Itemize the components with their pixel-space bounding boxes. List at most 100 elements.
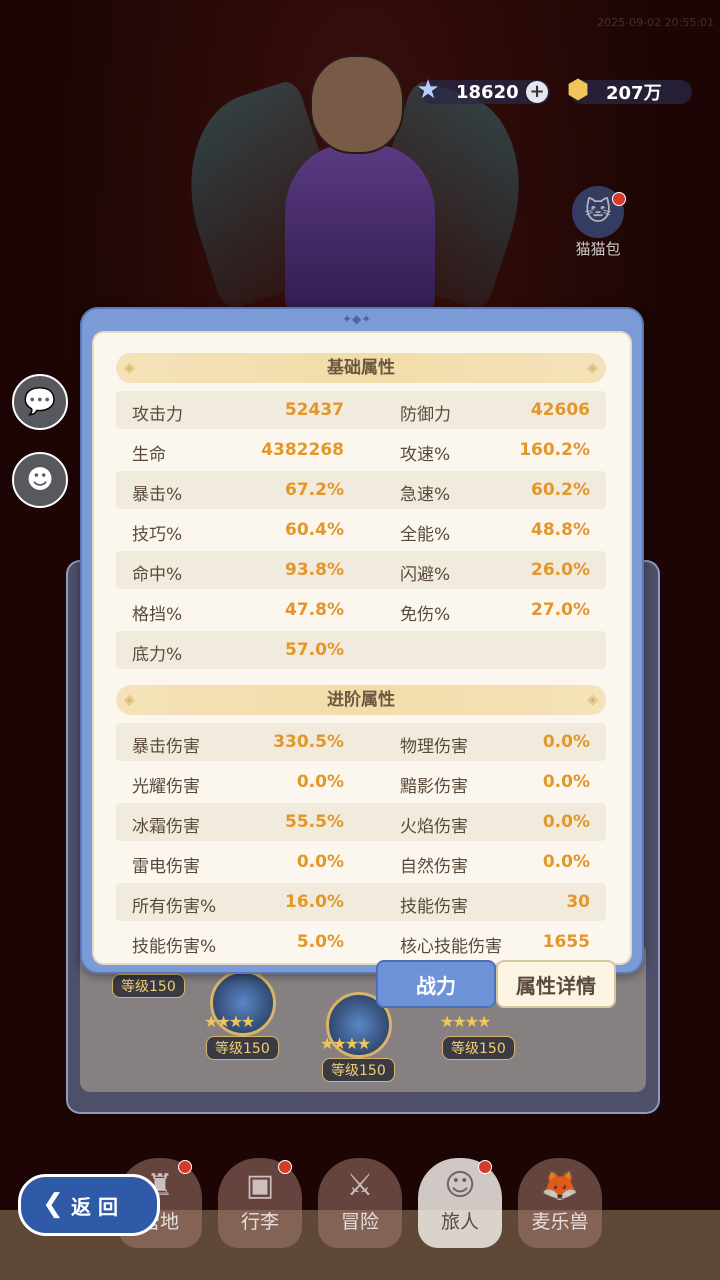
- section-title: 基础属性: [327, 358, 395, 378]
- stat-row: 冰霜伤害 55.5% 火焰伤害 0.0%: [116, 803, 606, 841]
- stat-label: 火焰伤害: [400, 817, 468, 837]
- stat-value: 47.8%: [285, 600, 344, 620]
- diamond-ornament-icon: ◈: [124, 360, 135, 376]
- stat-value: 4382268: [261, 440, 344, 460]
- stat-label: 格挡%: [132, 605, 183, 625]
- notification-dot: [278, 1160, 292, 1174]
- nav-label: 麦乐兽: [531, 1211, 589, 1233]
- stat-value: 0.0%: [296, 852, 344, 872]
- stat-value: 60.4%: [285, 520, 344, 540]
- stat-label: 急速%: [400, 485, 451, 505]
- stat-label: 自然伤害: [400, 857, 468, 877]
- stat-value: 52437: [284, 400, 344, 420]
- hero-level-badge: 等级150: [206, 1036, 279, 1060]
- gold-value: 207万: [606, 83, 662, 104]
- stat-value: 330.5%: [273, 732, 344, 752]
- stat-value: 93.8%: [285, 560, 344, 580]
- gold-coin-icon: ⬢: [566, 75, 590, 105]
- chat-button[interactable]: 💬: [12, 374, 68, 430]
- stat-value: 0.0%: [542, 732, 590, 752]
- stat-value: 0.0%: [542, 812, 590, 832]
- back-button[interactable]: ❮ 返 回: [18, 1174, 160, 1236]
- stat-value: 0.0%: [296, 772, 344, 792]
- cat-bag-button[interactable]: 🐱 猫猫包: [566, 186, 630, 259]
- diamond-ornament-icon: ◈: [124, 692, 135, 708]
- stat-row: 生命 4382268 攻速% 160.2%: [116, 431, 606, 469]
- stat-label: 技能伤害%: [132, 937, 217, 957]
- stat-label: 物理伤害: [400, 737, 468, 757]
- stat-label: 攻速%: [400, 445, 451, 465]
- stat-value: 30: [566, 892, 590, 912]
- stat-value: 0.0%: [542, 852, 590, 872]
- advanced-attributes-header: ◈ 进阶属性 ◈: [116, 685, 606, 715]
- stat-row: 暴击% 67.2% 急速% 60.2%: [116, 471, 606, 509]
- stat-value: 57.0%: [285, 640, 344, 660]
- ornament-icon: ✦◆✦: [342, 312, 372, 326]
- stat-label: 免伤%: [400, 605, 451, 625]
- stat-value: 60.2%: [531, 480, 590, 500]
- stat-label: 所有伤害%: [132, 897, 217, 917]
- nav-label: 行李: [240, 1211, 279, 1233]
- stat-label: 暴击%: [132, 485, 183, 505]
- stat-label: 生命: [132, 445, 166, 465]
- diamond-ornament-icon: ◈: [587, 692, 598, 708]
- stat-label: 防御力: [400, 405, 451, 425]
- stat-row: 所有伤害% 16.0% 技能伤害 30: [116, 883, 606, 921]
- stat-value: 55.5%: [285, 812, 344, 832]
- stat-label: 冰霜伤害: [132, 817, 200, 837]
- stat-row: 技能伤害% 5.0% 核心技能伤害 1655: [116, 923, 606, 961]
- stat-value: 1655: [542, 932, 590, 952]
- nav-item-adventure[interactable]: ⚔ 冒险: [318, 1158, 402, 1248]
- stat-row: 底力% 57.0%: [116, 631, 606, 669]
- nav-item-luggage[interactable]: ▣ 行李: [218, 1158, 302, 1248]
- stat-value: 16.0%: [285, 892, 344, 912]
- stat-row: 技巧% 60.4% 全能% 48.8%: [116, 511, 606, 549]
- nav-item-pets[interactable]: 🦊 麦乐兽: [518, 1158, 602, 1248]
- star-rating-icon: ★★★★: [320, 1034, 371, 1053]
- hero-level-badge: 等级150: [112, 974, 185, 998]
- star-gem-icon: ★: [416, 75, 440, 105]
- diamond-ornament-icon: ◈: [587, 360, 598, 376]
- attribute-panel: ✦◆✦ ◈ 基础属性 ◈ 攻击力 52437 防御力 42606 生命 4382…: [80, 307, 644, 974]
- stat-label: 技巧%: [132, 525, 183, 545]
- stat-value: 26.0%: [531, 560, 590, 580]
- stat-value: 48.8%: [531, 520, 590, 540]
- stat-value: 5.0%: [296, 932, 344, 952]
- stat-label: 闪避%: [400, 565, 451, 585]
- traveler-portrait-icon: ☺: [444, 1168, 476, 1203]
- companion-button[interactable]: ☻: [12, 452, 68, 508]
- hero-level-badge: 等级150: [442, 1036, 515, 1060]
- stat-value: 160.2%: [519, 440, 590, 460]
- back-arrow-icon: ❮: [42, 1189, 64, 1219]
- notification-dot: [478, 1160, 492, 1174]
- stat-row: 雷电伤害 0.0% 自然伤害 0.0%: [116, 843, 606, 881]
- tab-power[interactable]: 战力: [376, 960, 496, 1008]
- robot-face-icon: ☻: [26, 465, 54, 495]
- back-label: 返 回: [71, 1194, 118, 1219]
- crossed-swords-icon: ⚔: [346, 1168, 374, 1203]
- gem-value: 18620: [456, 81, 519, 103]
- stat-label: 黯影伤害: [400, 777, 468, 797]
- stat-label: 技能伤害: [400, 897, 468, 917]
- hero-level-badge: 等级150: [322, 1058, 395, 1082]
- notification-dot: [178, 1160, 192, 1174]
- tab-attribute-details[interactable]: 属性详情: [496, 960, 616, 1008]
- chat-bubble-icon: 💬: [23, 387, 57, 417]
- fox-pet-icon: 🦊: [541, 1168, 579, 1203]
- nav-label: 冒险: [340, 1211, 379, 1233]
- basic-attributes-header: ◈ 基础属性 ◈: [116, 353, 606, 383]
- stat-label: 底力%: [132, 645, 183, 665]
- stat-value: 42606: [530, 400, 590, 420]
- stat-label: 全能%: [400, 525, 451, 545]
- stat-label: 光耀伤害: [132, 777, 200, 797]
- attribute-list[interactable]: ◈ 基础属性 ◈ 攻击力 52437 防御力 42606 生命 4382268 …: [92, 331, 632, 965]
- add-gems-button[interactable]: +: [526, 81, 548, 103]
- stat-label: 暴击伤害: [132, 737, 200, 757]
- star-rating-icon: ★★★★: [440, 1012, 491, 1031]
- nav-item-traveler[interactable]: ☺ 旅人: [418, 1158, 502, 1248]
- stat-row: 攻击力 52437 防御力 42606: [116, 391, 606, 429]
- chest-icon: ▣: [245, 1168, 275, 1203]
- stat-value: 27.0%: [531, 600, 590, 620]
- stat-value: 0.0%: [542, 772, 590, 792]
- section-title: 进阶属性: [327, 690, 395, 710]
